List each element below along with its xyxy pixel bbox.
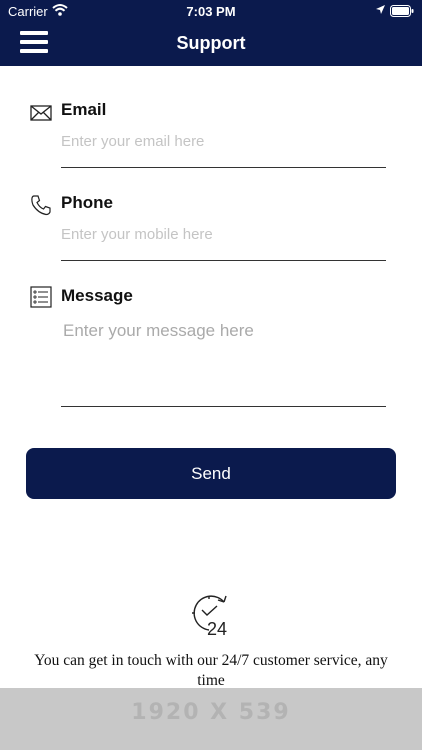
email-underline [61,167,386,168]
location-arrow-icon [376,5,385,14]
email-label: Email [61,100,107,119]
phone-icon [31,195,51,216]
email-section: Email [30,100,386,170]
battery-icon [390,5,414,17]
status-time: 7:03 PM [186,4,236,19]
list-icon [30,286,52,308]
phone-section: Phone [30,193,386,263]
phone-field[interactable] [61,226,386,243]
status-bar: Carrier 7:03 PM [0,0,422,22]
phone-underline [61,260,386,261]
envelope-icon [30,105,52,121]
banner-dimensions: 1920 X 539 [131,700,291,725]
svg-text:24: 24 [207,619,227,637]
phone-label: Phone [61,193,113,212]
email-field[interactable] [61,133,386,150]
message-underline [61,406,386,407]
send-button[interactable]: Send [26,448,396,499]
message-section: Message [30,286,388,410]
dimension-banner: 1920 X 539 [0,688,422,750]
message-label: Message [61,286,133,305]
clock-24-icon: 24 [192,595,227,637]
customer-service-text: You can get in touch with our 24/7 custo… [34,652,388,689]
page-title: Support [176,33,246,53]
app-header: Carrier 7:03 PM Support [0,0,422,66]
message-field[interactable] [61,321,388,391]
